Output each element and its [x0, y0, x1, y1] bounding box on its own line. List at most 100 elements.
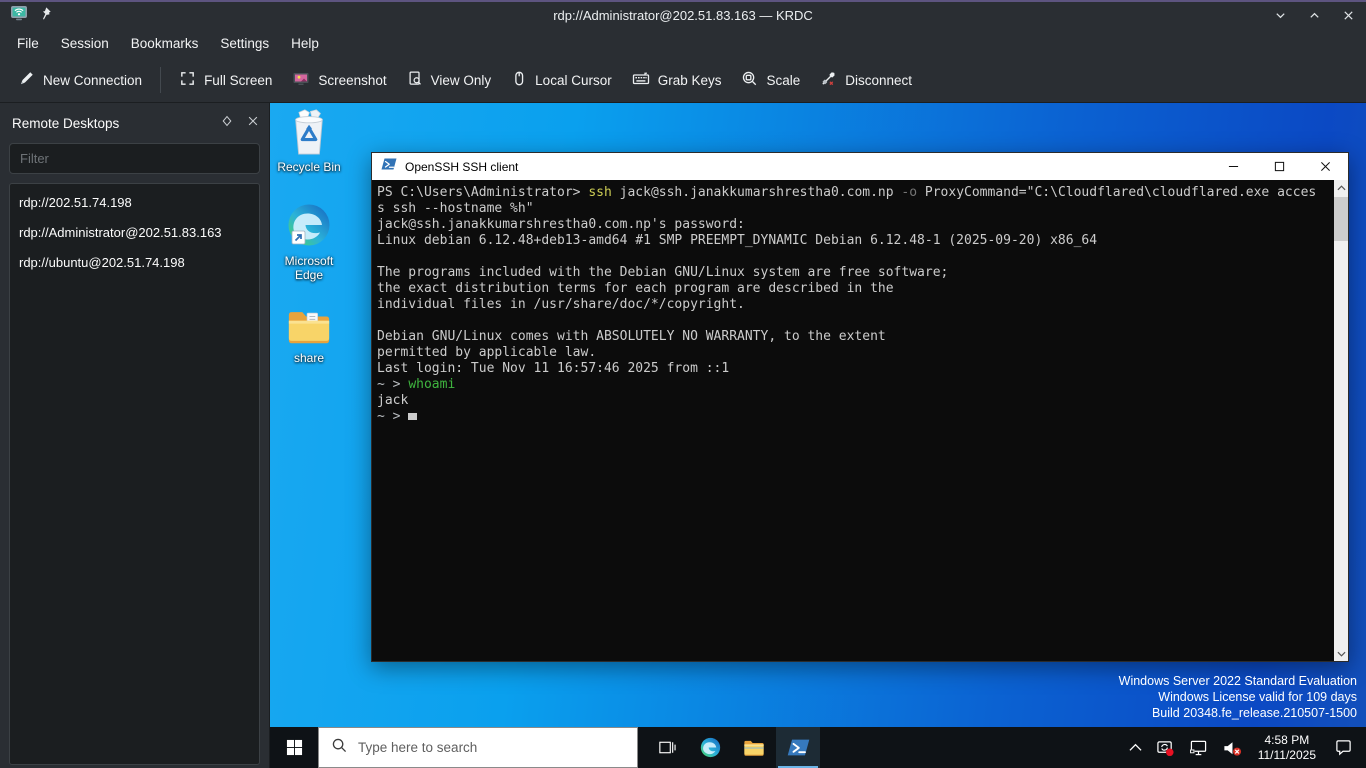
full-screen-button[interactable]: Full Screen: [169, 62, 282, 98]
scale-label: Scale: [766, 73, 800, 88]
menu-file[interactable]: File: [6, 31, 50, 56]
terminal-line: The programs included with the Debian GN…: [377, 265, 1332, 281]
terminal-line: ~ > whoami: [377, 377, 1332, 393]
screenshot-button[interactable]: Screenshot: [282, 62, 396, 99]
scroll-down-arrow[interactable]: [1334, 646, 1348, 661]
scrollbar-thumb[interactable]: [1334, 197, 1348, 241]
terminal-body[interactable]: PS C:\Users\Administrator> ssh jack@ssh.…: [372, 180, 1348, 661]
volume-muted-icon[interactable]: [1215, 727, 1249, 768]
task-view-icon: [657, 738, 676, 757]
local-cursor-label: Local Cursor: [535, 73, 612, 88]
full-screen-icon: [179, 70, 196, 90]
edge-taskbar-icon: [699, 736, 722, 759]
desktop-icon-share[interactable]: share: [270, 306, 353, 365]
action-center-button[interactable]: [1325, 727, 1366, 768]
minimize-button[interactable]: [1272, 7, 1288, 23]
terminal-titlebar[interactable]: OpenSSH SSH client: [372, 153, 1348, 180]
window-title: rdp://Administrator@202.51.83.163 — KRDC: [0, 8, 1366, 23]
scale-icon: [741, 70, 758, 90]
watermark-line: Windows Server 2022 Standard Evaluation: [1119, 673, 1357, 689]
full-screen-label: Full Screen: [204, 73, 272, 88]
view-only-button[interactable]: View Only: [397, 62, 502, 98]
windows-logo-icon: [286, 739, 303, 756]
view-only-label: View Only: [431, 73, 492, 88]
float-panel-icon[interactable]: [221, 114, 233, 132]
menu-settings[interactable]: Settings: [209, 31, 280, 56]
search-input[interactable]: [358, 740, 608, 755]
terminal-maximize-button[interactable]: [1256, 153, 1302, 180]
search-icon: [332, 738, 347, 758]
desktop-icon-label: Microsoft Edge: [276, 254, 342, 282]
taskbar-edge-button[interactable]: [688, 727, 732, 768]
toolbar-separator: [160, 67, 161, 93]
disconnect-label: Disconnect: [845, 73, 912, 88]
file-explorer-icon: [743, 738, 765, 758]
connection-item[interactable]: rdp://Administrator@202.51.83.163: [10, 218, 259, 248]
remote-desktops-panel: Remote Desktops rdp://202.51.74.198 rdp:…: [0, 103, 270, 768]
connection-item[interactable]: rdp://ubuntu@202.51.74.198: [10, 248, 259, 278]
windows-taskbar: 4:58 PM 11/11/2025: [270, 727, 1366, 768]
terminal-scrollbar[interactable]: [1334, 180, 1348, 661]
terminal-line: PS C:\Users\Administrator> ssh jack@ssh.…: [377, 185, 1332, 201]
grab-keys-button[interactable]: Grab Keys: [622, 62, 732, 99]
close-panel-icon[interactable]: [247, 114, 259, 132]
terminal-close-button[interactable]: [1302, 153, 1348, 180]
taskbar-powershell-button[interactable]: [776, 727, 820, 768]
sync-status-icon[interactable]: [1149, 727, 1182, 768]
start-button[interactable]: [270, 727, 318, 768]
terminal-line: Debian GNU/Linux comes with ABSOLUTELY N…: [377, 329, 1332, 345]
local-cursor-button[interactable]: Local Cursor: [501, 62, 622, 98]
terminal-minimize-button[interactable]: [1210, 153, 1256, 180]
task-view-button[interactable]: [644, 727, 688, 768]
toolbar: New Connection Full Screen Screenshot Vi…: [0, 58, 1366, 103]
tray-expand-button[interactable]: [1122, 727, 1149, 768]
powershell-icon: [381, 156, 397, 177]
edge-icon: [270, 201, 353, 251]
krdc-app-icon: [10, 4, 28, 27]
screenshot-label: Screenshot: [318, 73, 386, 88]
menu-bookmarks[interactable]: Bookmarks: [120, 31, 210, 56]
desktop-icon-label: Recycle Bin: [270, 160, 353, 174]
watermark-line: Build 20348.fe_release.210507-1500: [1119, 705, 1357, 721]
terminal-line: [377, 249, 1332, 265]
menu-help[interactable]: Help: [280, 31, 330, 56]
terminal-line: Last login: Tue Nov 11 16:57:46 2025 fro…: [377, 361, 1332, 377]
taskbar-file-explorer-button[interactable]: [732, 727, 776, 768]
remote-desktop-view[interactable]: Recycle Bin Microsoft Edge: [270, 103, 1366, 768]
new-connection-icon: [18, 70, 35, 90]
desktop-icon-recycle-bin[interactable]: Recycle Bin: [270, 109, 353, 174]
disconnect-button[interactable]: Disconnect: [810, 62, 922, 98]
share-folder-icon: [270, 306, 353, 348]
new-connection-button[interactable]: New Connection: [8, 62, 152, 98]
connections-list: rdp://202.51.74.198 rdp://Administrator@…: [9, 183, 260, 765]
grab-keys-icon: [632, 70, 650, 91]
terminal-line: Linux debian 6.12.48+deb13-amd64 #1 SMP …: [377, 233, 1332, 249]
connection-item[interactable]: rdp://202.51.74.198: [10, 188, 259, 218]
clock-time: 4:58 PM: [1258, 733, 1316, 748]
window-controls: [1272, 7, 1356, 23]
desktop-icon-label: share: [270, 351, 353, 365]
desktop-icon-microsoft-edge[interactable]: Microsoft Edge: [270, 201, 353, 282]
terminal-title: OpenSSH SSH client: [405, 160, 518, 174]
terminal-line: jack@ssh.janakkumarshrestha0.com.np's pa…: [377, 217, 1332, 233]
close-button[interactable]: [1340, 7, 1356, 23]
network-icon[interactable]: [1182, 727, 1215, 768]
taskbar-search-box[interactable]: [318, 727, 638, 768]
windows-watermark: Windows Server 2022 Standard Evaluation …: [1119, 673, 1357, 721]
new-connection-label: New Connection: [43, 73, 142, 88]
screenshot-icon: [292, 70, 310, 91]
scroll-up-arrow[interactable]: [1334, 180, 1348, 195]
menu-session[interactable]: Session: [50, 31, 120, 56]
openssh-terminal-window[interactable]: OpenSSH SSH client PS C:\Users\Administr…: [371, 152, 1349, 662]
recycle-bin-icon: [270, 109, 353, 157]
filter-input[interactable]: [9, 143, 260, 174]
tray-clock[interactable]: 4:58 PM 11/11/2025: [1249, 733, 1325, 763]
scale-button[interactable]: Scale: [731, 62, 810, 98]
grab-keys-label: Grab Keys: [658, 73, 722, 88]
terminal-line: [377, 313, 1332, 329]
menubar: File Session Bookmarks Settings Help: [0, 28, 1366, 58]
pin-icon[interactable]: [38, 6, 52, 25]
maximize-button[interactable]: [1306, 7, 1322, 23]
titlebar-left: [10, 4, 52, 27]
terminal-line: the exact distribution terms for each pr…: [377, 281, 1332, 297]
